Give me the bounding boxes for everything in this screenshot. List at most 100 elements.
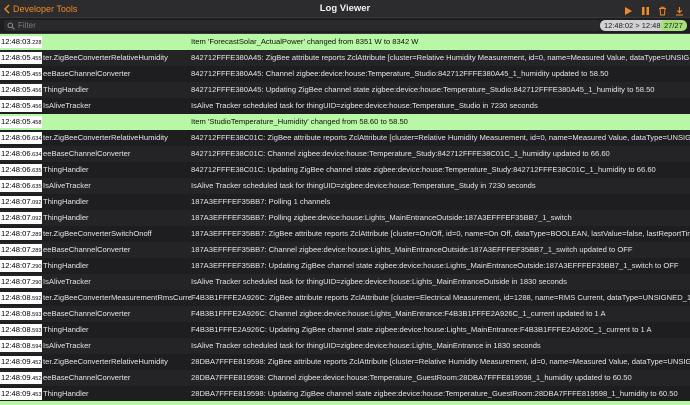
timestamp-time: 12:48:08 (1, 309, 31, 318)
log-row[interactable]: 12:48:09.453 ThingHandler 28DBA7FFFE819598… (0, 386, 690, 402)
partial-highlight-row (0, 401, 690, 405)
log-message: 842712FFFE38C01C: ZigBee attribute repor… (191, 133, 690, 142)
log-row[interactable]: 12:48:08.594 IsAliveTracker IsAlive Tracke… (0, 338, 690, 354)
timestamp-time: 12:48:06 (1, 149, 31, 158)
back-button[interactable]: Developer Tools (4, 2, 77, 15)
timestamp-ms: .092 (30, 200, 42, 206)
log-row[interactable]: 12:48:06.634 ter.ZigBeeConverterRelativeH… (0, 130, 690, 146)
timestamp-ms: .456 (30, 104, 42, 110)
filter-input[interactable] (15, 20, 600, 31)
timestamp: 12:48:07.092 (0, 212, 42, 224)
timestamp-ms: .289 (30, 248, 42, 254)
log-message: 187A3EFFFEF35BB7: Polling 1 channels (191, 197, 331, 206)
log-source: ter.ZigBeeConverterMeasurementRmsCurrent (43, 293, 191, 302)
timestamp-time: 12:48:07 (1, 261, 31, 270)
log-message: 842712FFFE380A45: ZigBee attribute repor… (191, 53, 690, 62)
timestamp-ms: .290 (30, 280, 42, 286)
log-row[interactable]: 12:48:05.455 eeBaseChannelConverter 842712… (0, 66, 690, 82)
log-row-highlight[interactable]: 12:48:03.228 Item 'ForecastSolar_ActualPo… (0, 34, 690, 50)
search-icon (7, 22, 15, 30)
timestamp-time: 12:48:09 (1, 357, 31, 366)
log-row[interactable]: 12:48:07.092 ThingHandler 187A3EFFFEF35BB7… (0, 210, 690, 226)
log-message: 187A3EFFFEF35BB7: Updating ZigBee channe… (191, 261, 679, 270)
log-row[interactable]: 12:48:09.452 ter.ZigBeeConverterRelativeH… (0, 354, 690, 370)
log-row[interactable]: 12:48:05.456 ThingHandler 842712FFFE380A45… (0, 82, 690, 98)
log-source: ThingHandler (43, 389, 89, 398)
log-message: F4B3B1FFFE2A926C: Channel zigbee:device:… (191, 309, 606, 318)
log-source: ter.ZigBeeConverterSwitchOnoff (43, 229, 152, 238)
log-source: eeBaseChannelConverter (43, 373, 131, 382)
timestamp: 12:48:03.228 (0, 36, 42, 48)
timestamp-time: 12:48:08 (1, 341, 31, 350)
log-source: IsAliveTracker (43, 181, 91, 190)
log-row-highlight[interactable]: 12:48:05.458 Item 'StudioTemperature_Humi… (0, 114, 690, 130)
log-message: 842712FFFE38C01C: Channel zigbee:device:… (191, 149, 610, 158)
log-row[interactable]: 12:48:07.290 ThingHandler 187A3EFFFEF35BB7… (0, 258, 690, 274)
timestamp-time: 12:48:07 (1, 229, 31, 238)
timestamp-time: 12:48:08 (1, 325, 31, 334)
log-row[interactable]: 12:48:07.290 IsAliveTracker IsAlive Tracke… (0, 274, 690, 290)
timestamp: 12:48:06.634 (0, 148, 42, 160)
log-source: IsAliveTracker (43, 341, 91, 350)
log-source: ThingHandler (43, 197, 89, 206)
log-source: ter.ZigBeeConverterRelativeHumidity (43, 357, 168, 366)
log-list[interactable]: 12:48:03.228 Item 'ForecastSolar_ActualPo… (0, 34, 690, 405)
timestamp-time: 12:48:07 (1, 245, 31, 254)
timestamp-ms: .593 (30, 312, 42, 318)
log-message: F4B3B1FFFE2A926C: Updating ZigBee channe… (191, 325, 652, 334)
top-bar: Developer Tools Log Viewer (0, 0, 690, 18)
log-source: ThingHandler (43, 85, 89, 94)
log-source: IsAliveTracker (43, 101, 91, 110)
log-row[interactable]: 12:48:07.289 ter.ZigBeeConverterSwitchOno… (0, 226, 690, 242)
log-message: IsAlive Tracker scheduled task for thing… (191, 277, 567, 286)
filter-bar: 12:48:02 > 12:48:09 27/27 (0, 18, 690, 34)
timestamp: 12:48:05.456 (0, 84, 42, 96)
timestamp: 12:48:07.289 (0, 244, 42, 256)
timestamp-ms: .634 (30, 152, 42, 158)
chevron-left-icon (4, 4, 10, 13)
timestamp-time: 12:48:05 (1, 85, 31, 94)
timestamp-ms: .593 (30, 328, 42, 334)
timestamp-time: 12:48:05 (1, 101, 31, 110)
log-message: 28DBA7FFFE819598: ZigBee attribute repor… (191, 357, 690, 366)
timestamp-ms: .634 (30, 136, 42, 142)
timestamp-ms: .455 (30, 56, 42, 62)
log-row[interactable]: 12:48:06.635 IsAliveTracker IsAlive Tracke… (0, 178, 690, 194)
log-row[interactable]: 12:48:08.592 ter.ZigBeeConverterMeasureme… (0, 290, 690, 306)
timestamp-ms: .290 (30, 264, 42, 270)
timestamp-time: 12:48:05 (1, 53, 31, 62)
timestamp-time: 12:48:08 (1, 293, 31, 302)
timestamp-ms: .592 (30, 296, 42, 302)
timestamp: 12:48:08.594 (0, 340, 42, 352)
log-message: IsAlive Tracker scheduled task for thing… (191, 101, 538, 110)
timestamp: 12:48:05.458 (0, 116, 42, 128)
log-row[interactable]: 12:48:05.456 IsAliveTracker IsAlive Tracke… (0, 98, 690, 114)
log-row[interactable]: 12:48:06.635 ThingHandler 842712FFFE38C01C… (0, 162, 690, 178)
log-source: ThingHandler (43, 165, 89, 174)
log-message: 187A3EFFFEF35BB7: ZigBee attribute repor… (191, 229, 690, 238)
timestamp-time: 12:48:09 (1, 389, 31, 398)
timestamp: 12:48:09.452 (0, 356, 42, 368)
timestamp: 12:48:05.455 (0, 68, 42, 80)
log-source: ter.ZigBeeConverterRelativeHumidity (43, 53, 168, 62)
timestamp: 12:48:06.635 (0, 164, 42, 176)
timestamp: 12:48:06.634 (0, 132, 42, 144)
log-row[interactable]: 12:48:05.455 ter.ZigBeeConverterRelativeH… (0, 50, 690, 66)
log-row[interactable]: 12:48:07.289 eeBaseChannelConverter 187A3E… (0, 242, 690, 258)
log-source: ThingHandler (43, 261, 89, 270)
log-row[interactable]: 12:48:08.593 ThingHandler F4B3B1FFFE2A926C… (0, 322, 690, 338)
log-message: Item 'StudioTemperature_Humidity' change… (191, 117, 408, 126)
log-source: eeBaseChannelConverter (43, 149, 131, 158)
log-row[interactable]: 12:48:08.593 eeBaseChannelConverter F4B3B1… (0, 306, 690, 322)
log-message: 842712FFFE380A45: Updating ZigBee channe… (191, 85, 655, 94)
log-row[interactable]: 12:48:09.452 eeBaseChannelConverter 28DBA7… (0, 370, 690, 386)
timestamp-time: 12:48:07 (1, 213, 31, 222)
timestamp-ms: .452 (30, 376, 42, 382)
log-row[interactable]: 12:48:06.634 eeBaseChannelConverter 842712… (0, 146, 690, 162)
log-row[interactable]: 12:48:07.092 ThingHandler 187A3EFFFEF35BB7… (0, 194, 690, 210)
log-source: eeBaseChannelConverter (43, 309, 131, 318)
timestamp: 12:48:07.290 (0, 276, 42, 288)
timestamp-ms: .452 (30, 360, 42, 366)
timestamp-time: 12:48:07 (1, 197, 31, 206)
timestamp: 12:48:07.289 (0, 228, 42, 240)
